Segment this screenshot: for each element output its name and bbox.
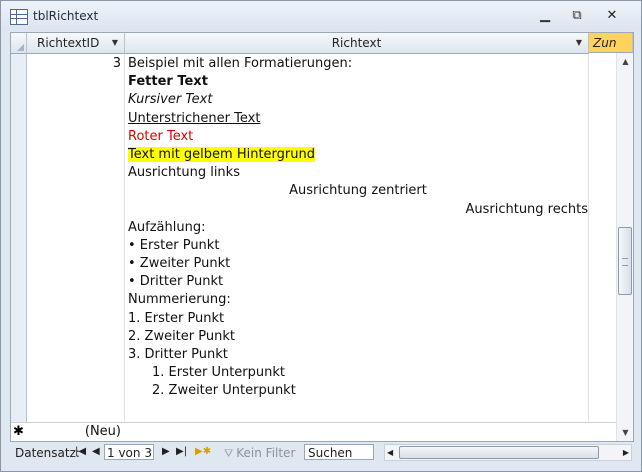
table-window: tblRichtext ▁ ⧉ ✕ RichtextID ▼ Richtext …: [0, 0, 642, 472]
record-position-input[interactable]: 1 von 3: [104, 444, 154, 460]
filter-label: Kein Filter: [236, 446, 296, 460]
scrollbar-thumb[interactable]: [618, 227, 632, 295]
richtext-line: Beispiel mit allen Formatierungen:: [128, 56, 353, 71]
filter-icon: ⛛: [224, 447, 234, 460]
scroll-left-icon[interactable]: ◀: [387, 445, 393, 460]
numbered-item: 2. Zweiter Punkt: [128, 328, 235, 344]
numbered-item: 3. Dritter Punkt: [128, 347, 228, 362]
underlined-text: Unterstrichener Text: [128, 110, 261, 126]
search-input[interactable]: Suchen: [304, 444, 374, 460]
numbered-item: 1. Erster Punkt: [128, 310, 225, 326]
new-record-icon: ✱: [13, 424, 24, 439]
record-id-value: 3: [112, 56, 121, 71]
new-record-label: (Neu): [84, 424, 121, 439]
richtext-line-align-left: Ausrichtung links: [128, 165, 240, 181]
window-title: tblRichtext: [33, 9, 99, 23]
id-cell[interactable]: [27, 54, 125, 422]
richtext-line-bullet-heading: Aufzählung:: [128, 219, 206, 235]
column-header-zusatz[interactable]: Zun: [589, 33, 633, 53]
chevron-down-icon[interactable]: ▼: [576, 33, 582, 53]
richtext-line-highlight: Text mit gelbem Hintergrund: [128, 146, 588, 164]
table-icon: [10, 9, 28, 25]
select-all-corner[interactable]: [11, 33, 27, 54]
column-header-label: Zun: [593, 36, 617, 50]
close-button[interactable]: ✕: [591, 7, 633, 25]
horizontal-scrollbar[interactable]: ◀ ▶: [384, 444, 632, 461]
column-header-richtext[interactable]: Richtext ▼: [125, 33, 589, 54]
richtext-line-underline: Unterstrichener Text: [128, 110, 588, 128]
chevron-down-icon[interactable]: ▼: [112, 33, 118, 53]
richtext-line-numbering-heading: Nummerierung:: [128, 292, 231, 308]
new-record-nav-icon[interactable]: ▶✱: [195, 446, 211, 457]
record-label: Datensatz:: [15, 446, 80, 460]
highlighted-text: Text mit gelbem Hintergrund: [128, 146, 316, 162]
minimize-button[interactable]: ▁: [532, 7, 558, 25]
record-navigation-bar: Datensatz: |◀ ◀ 1 von 3 ▶ ▶| ▶✱ ⛛ Kein Fi…: [10, 443, 632, 463]
next-record-icon[interactable]: ▶: [162, 446, 170, 457]
richtext-line-align-center: Ausrichtung zentriert: [289, 183, 427, 199]
bullet-item: • Erster Punkt: [128, 237, 220, 253]
numbered-subitem: 2. Zweiter Unterpunkt: [152, 383, 296, 399]
column-header-label: Richtext: [331, 36, 382, 50]
numbered-subitem: 1. Erster Unterpunkt: [152, 365, 285, 381]
bullet-item: • Zweiter Punkt: [128, 256, 231, 272]
row-selector[interactable]: [11, 54, 27, 422]
scroll-down-icon[interactable]: ▼: [617, 424, 633, 441]
vertical-scrollbar[interactable]: ▲ ▼: [616, 53, 633, 441]
datasheet-grid: RichtextID ▼ Richtext ▼ Zun 3 Beispiel m…: [10, 32, 634, 442]
last-record-icon[interactable]: ▶|: [176, 446, 187, 457]
scroll-right-icon[interactable]: ▶: [623, 445, 629, 460]
richtext-line-italic: Kursiver Text: [128, 92, 213, 108]
column-header-label: RichtextID: [37, 36, 100, 50]
scrollbar-thumb[interactable]: [399, 446, 599, 459]
bullet-item: • Dritter Punkt: [128, 274, 224, 290]
restore-button[interactable]: ⧉: [564, 7, 590, 25]
richtext-line-bold: Fetter Text: [128, 74, 208, 90]
richtext-line-align-right: Ausrichtung rechts: [465, 201, 588, 217]
filter-toggle[interactable]: ⛛ Kein Filter: [224, 446, 295, 461]
first-record-icon[interactable]: |◀: [75, 446, 86, 457]
column-header-richtextid[interactable]: RichtextID ▼: [27, 33, 125, 54]
title-bar[interactable]: tblRichtext ▁ ⧉ ✕: [1, 1, 641, 31]
richtext-line-red: Roter Text: [128, 128, 194, 144]
scroll-up-icon[interactable]: ▲: [617, 53, 633, 70]
previous-record-icon[interactable]: ◀: [92, 446, 100, 457]
new-record-row[interactable]: ✱ (Neu): [11, 422, 616, 441]
richtext-content[interactable]: Beispiel mit allen Formatierungen: Fette…: [128, 55, 588, 401]
